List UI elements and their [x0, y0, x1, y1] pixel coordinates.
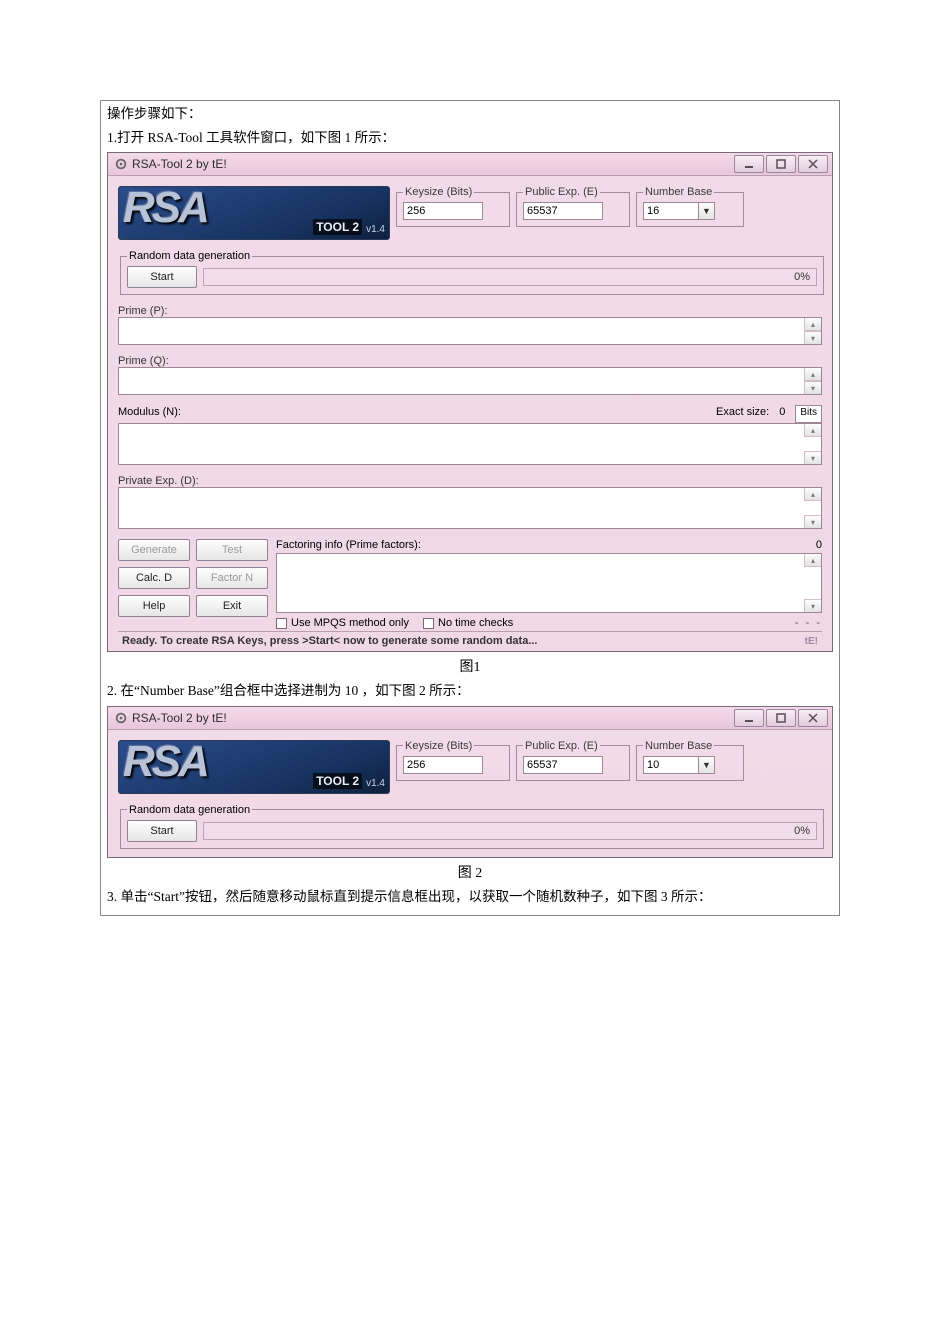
action-buttons: Generate Test Calc. D Factor N Help Exit	[118, 539, 268, 617]
scroll-down-icon[interactable]: ▾	[804, 451, 821, 464]
scroll-up-icon[interactable]: ▴	[804, 424, 821, 437]
no-time-label: No time checks	[438, 617, 513, 629]
titlebar: RSA-Tool 2 by tE!	[108, 707, 832, 730]
scroll-up-icon[interactable]: ▴	[804, 368, 821, 381]
progress-text: 0%	[794, 271, 810, 283]
scroll-down-icon[interactable]: ▾	[804, 381, 821, 394]
publicexp-legend: Public Exp. (E)	[523, 740, 600, 752]
start-button[interactable]: Start	[127, 266, 197, 288]
rsa-tool-logo: RSA TOOL 2 v1.4	[118, 740, 390, 794]
minimize-button[interactable]	[734, 155, 764, 173]
scroll-down-icon[interactable]: ▾	[804, 599, 821, 612]
keysize-group: Keysize (Bits)	[396, 740, 510, 781]
modulus-label: Modulus (N):	[118, 406, 706, 418]
progress-bar: 0%	[203, 268, 817, 286]
start-button[interactable]: Start	[127, 820, 197, 842]
status-dots: - - -	[795, 617, 822, 629]
intro-text: 操作步骤如下：	[107, 103, 833, 125]
scroll-up-icon[interactable]: ▴	[804, 554, 821, 567]
prime-q-field[interactable]: ▴ ▾	[118, 367, 822, 395]
calc-d-button[interactable]: Calc. D	[118, 567, 190, 589]
bits-unit: Bits	[795, 405, 822, 423]
resize-grip-icon: tE!	[805, 636, 818, 647]
gear-icon	[114, 157, 128, 171]
factoring-info-field[interactable]: ▴ ▾	[276, 553, 822, 613]
progress-text: 0%	[794, 825, 810, 837]
prime-q-label: Prime (Q):	[118, 355, 822, 367]
figure1-caption: 图1	[107, 656, 833, 676]
numberbase-legend: Number Base	[643, 740, 714, 752]
document-frame: 操作步骤如下： 1.打开 RSA-Tool 工具软件窗口，如下图 1 所示： R…	[100, 100, 840, 916]
step3-text: 3. 单击“Start”按钮，然后随意移动鼠标直到提示信息框出现，以获取一个随机…	[107, 886, 833, 908]
gear-icon	[114, 711, 128, 725]
prime-p-field[interactable]: ▴ ▾	[118, 317, 822, 345]
publicexp-input[interactable]	[523, 756, 603, 774]
random-data-legend: Random data generation	[127, 250, 252, 262]
factor-n-button[interactable]: Factor N	[196, 567, 268, 589]
maximize-button[interactable]	[766, 709, 796, 727]
minimize-button[interactable]	[734, 709, 764, 727]
close-button[interactable]	[798, 709, 828, 727]
publicexp-group: Public Exp. (E)	[516, 186, 630, 227]
keysize-group: Keysize (Bits)	[396, 186, 510, 227]
mpqs-checkbox[interactable]: Use MPQS method only	[276, 617, 409, 629]
numberbase-input[interactable]	[643, 756, 699, 774]
numberbase-legend: Number Base	[643, 186, 714, 198]
random-data-group: Random data generation Start 0%	[120, 250, 824, 295]
rsa-tool-window-2: RSA-Tool 2 by tE! RSA	[107, 706, 833, 858]
keysize-input[interactable]	[403, 202, 483, 220]
factoring-count: 0	[798, 539, 822, 551]
prime-p-label: Prime (P):	[118, 305, 822, 317]
exact-size-label: Exact size:	[716, 406, 769, 418]
factoring-info-label: Factoring info (Prime factors):	[276, 539, 798, 551]
no-time-checkbox[interactable]: No time checks	[423, 617, 513, 629]
close-button[interactable]	[798, 155, 828, 173]
help-button[interactable]: Help	[118, 595, 190, 617]
window-title: RSA-Tool 2 by tE!	[132, 157, 728, 171]
exit-button[interactable]: Exit	[196, 595, 268, 617]
scroll-up-icon[interactable]: ▴	[804, 318, 821, 331]
scroll-up-icon[interactable]: ▴	[804, 488, 821, 501]
status-bar: Ready. To create RSA Keys, press >Start<…	[118, 631, 822, 647]
exact-size-value: 0	[779, 406, 785, 418]
private-exp-label: Private Exp. (D):	[118, 475, 822, 487]
random-data-group: Random data generation Start 0%	[120, 804, 824, 849]
private-exp-field[interactable]: ▴ ▾	[118, 487, 822, 529]
modulus-field[interactable]: ▴ ▾	[118, 423, 822, 465]
dropdown-icon[interactable]: ▼	[699, 202, 715, 220]
keysize-legend: Keysize (Bits)	[403, 740, 474, 752]
titlebar: RSA-Tool 2 by tE!	[108, 153, 832, 176]
numberbase-input[interactable]	[643, 202, 699, 220]
test-button[interactable]: Test	[196, 539, 268, 561]
window-title: RSA-Tool 2 by tE!	[132, 711, 728, 725]
progress-bar: 0%	[203, 822, 817, 840]
scroll-down-icon[interactable]: ▾	[804, 515, 821, 528]
rsa-tool-logo: RSA TOOL 2 v1.4	[118, 186, 390, 240]
numberbase-group: Number Base ▼	[636, 186, 744, 227]
numberbase-group: Number Base ▼	[636, 740, 744, 781]
random-data-legend: Random data generation	[127, 804, 252, 816]
step1-text: 1.打开 RSA-Tool 工具软件窗口，如下图 1 所示：	[107, 127, 833, 149]
keysize-legend: Keysize (Bits)	[403, 186, 474, 198]
rsa-tool-window-1: RSA-Tool 2 by tE! RSA	[107, 152, 833, 652]
status-text: Ready. To create RSA Keys, press >Start<…	[122, 635, 538, 647]
generate-button[interactable]: Generate	[118, 539, 190, 561]
dropdown-icon[interactable]: ▼	[699, 756, 715, 774]
scroll-down-icon[interactable]: ▾	[804, 331, 821, 344]
maximize-button[interactable]	[766, 155, 796, 173]
figure2-caption: 图 2	[107, 862, 833, 882]
step2-text: 2. 在“Number Base”组合框中选择进制为 10 ，如下图 2 所示：	[107, 680, 833, 702]
mpqs-label: Use MPQS method only	[291, 617, 409, 629]
publicexp-legend: Public Exp. (E)	[523, 186, 600, 198]
publicexp-group: Public Exp. (E)	[516, 740, 630, 781]
publicexp-input[interactable]	[523, 202, 603, 220]
keysize-input[interactable]	[403, 756, 483, 774]
